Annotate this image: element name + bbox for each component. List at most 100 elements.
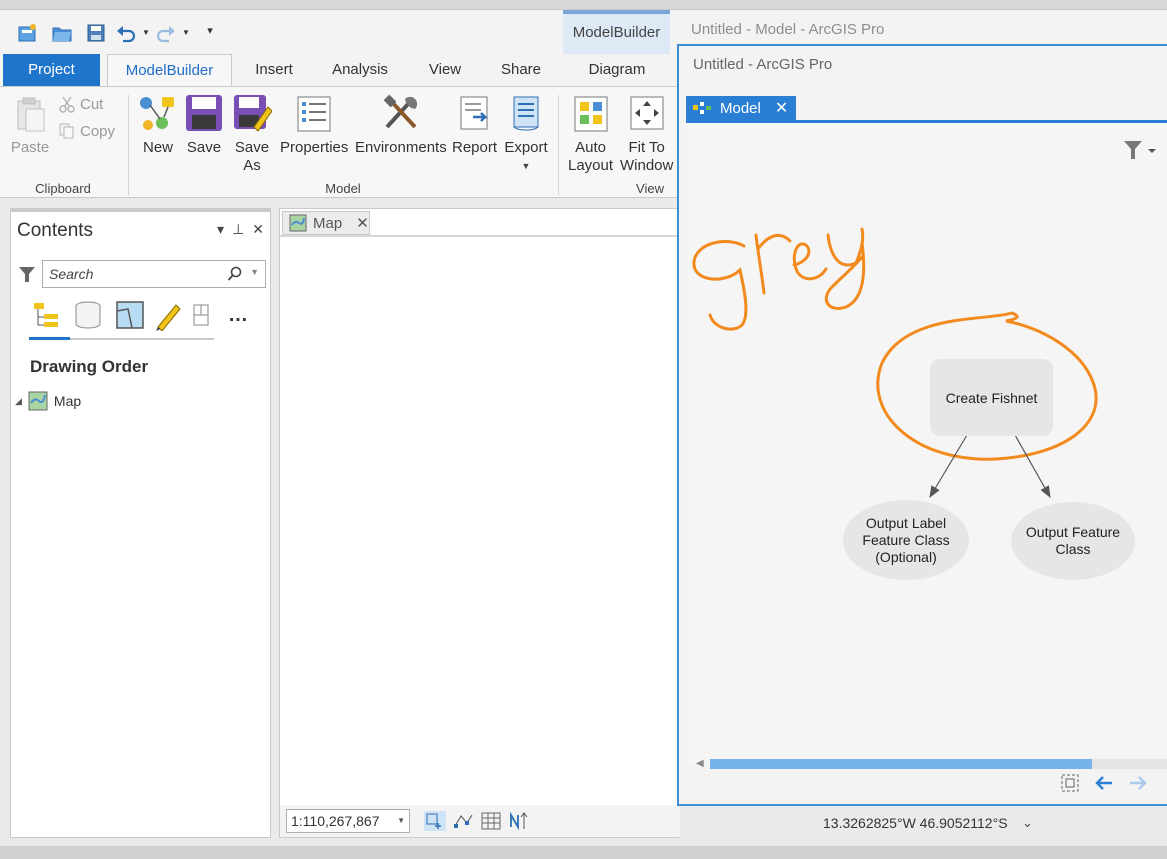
model-group-label: Model <box>325 181 361 196</box>
chevron-down-icon[interactable]: ▼ <box>397 810 405 832</box>
pane-menu-icon[interactable]: ▾ <box>217 221 224 238</box>
copy-icon <box>59 123 74 139</box>
tab-diagram[interactable]: Diagram <box>566 54 668 86</box>
contents-pane: Contents ▾ ⊥ ✕ ▼ … Drawing Order ◢ Map <box>10 208 271 838</box>
filter-icon[interactable] <box>17 264 37 284</box>
save-as-button[interactable]: Save As <box>230 91 274 175</box>
snapping-toggle-icon[interactable] <box>452 811 474 831</box>
redo-dropdown-icon[interactable]: ▼ <box>182 28 190 38</box>
coordinate-readout: 13.3262825°W 46.9052112°S <box>823 815 1008 831</box>
save-model-label: Save <box>186 139 222 156</box>
scale-selector[interactable]: 1:110,267,867 ▼ <box>286 809 410 833</box>
search-input[interactable] <box>43 261 223 287</box>
expand-arrow-icon[interactable]: ◢ <box>15 396 22 407</box>
report-icon <box>453 91 497 135</box>
map-layer-label: Map <box>53 393 82 409</box>
search-icon[interactable] <box>227 266 243 282</box>
paste-icon <box>8 91 52 135</box>
tab-analysis[interactable]: Analysis <box>320 54 400 86</box>
output-label-line1: Output Feature <box>1025 524 1121 540</box>
tab-insert[interactable]: Insert <box>242 54 306 86</box>
full-extent-icon[interactable] <box>1059 772 1081 794</box>
map-tab[interactable]: Map ✕ <box>282 211 370 235</box>
cut-button[interactable]: Cut <box>58 95 103 113</box>
new-model-label: New <box>142 139 173 156</box>
close-icon[interactable]: ✕ <box>252 221 264 238</box>
undo-icon[interactable] <box>114 22 138 44</box>
copy-label: Copy <box>80 122 116 140</box>
list-item[interactable]: ◢ Map <box>15 391 81 411</box>
grid-icon[interactable] <box>480 811 502 831</box>
contents-search-box[interactable]: ▼ <box>42 260 266 288</box>
clipboard-group-label: Clipboard <box>35 181 91 196</box>
new-project-icon[interactable] <box>16 22 40 44</box>
fit-label-line2: Window <box>620 157 674 174</box>
undo-dropdown-icon[interactable]: ▼ <box>142 28 150 38</box>
data-source-icon[interactable] <box>71 298 105 332</box>
fixed-zoom-icon[interactable] <box>424 811 446 831</box>
fit-to-window-icon <box>625 91 669 135</box>
tab-view[interactable]: View <box>418 54 472 86</box>
output-node[interactable]: Output Label Feature Class (Optional) <box>843 500 969 580</box>
contents-title: Contents <box>17 220 94 241</box>
close-icon[interactable]: ✕ <box>775 98 788 118</box>
scroll-thumb[interactable] <box>710 759 1092 769</box>
forward-arrow-icon[interactable] <box>1127 772 1149 794</box>
drawing-order-icon[interactable] <box>29 298 63 332</box>
properties-button[interactable]: Properties <box>280 91 348 157</box>
save-model-button[interactable]: Save <box>182 91 226 157</box>
output-label-line2: Class <box>1055 541 1091 557</box>
redo-icon[interactable] <box>154 22 178 44</box>
tab-share[interactable]: Share <box>490 54 552 86</box>
tab-modelbuilder[interactable]: ModelBuilder <box>107 54 232 86</box>
new-model-button[interactable]: New <box>136 91 180 157</box>
connector-line <box>1014 434 1051 499</box>
close-icon[interactable]: ✕ <box>356 214 369 232</box>
output-label-line1: Output Label <box>865 514 947 531</box>
more-options-icon[interactable]: … <box>221 298 255 332</box>
copy-button[interactable]: Copy <box>58 122 115 140</box>
editing-icon[interactable] <box>151 298 185 332</box>
taskbar <box>0 846 1167 859</box>
auto-layout-button[interactable]: Auto Layout <box>568 91 613 175</box>
map-canvas[interactable] <box>280 235 680 805</box>
selection-icon[interactable] <box>113 298 147 332</box>
window-title: Untitled - ArcGIS Pro <box>693 56 833 73</box>
pin-icon[interactable]: ⊥ <box>232 221 244 238</box>
export-icon <box>504 91 548 135</box>
search-dropdown-icon[interactable]: ▼ <box>250 267 259 277</box>
map-status-bar: 1:110,267,867 ▼ <box>280 805 680 837</box>
chevron-down-icon[interactable]: ⌄ <box>1022 815 1033 831</box>
open-project-icon[interactable] <box>50 22 74 44</box>
customize-toolbar-icon[interactable]: ▾ <box>206 26 214 37</box>
save-icon <box>182 91 226 135</box>
tab-project[interactable]: Project <box>3 54 100 86</box>
export-dropdown-icon[interactable]: ▼ <box>522 157 531 175</box>
scroll-left-icon[interactable]: ◀ <box>696 758 704 769</box>
environments-label: Environments <box>355 139 447 156</box>
paste-button[interactable]: Paste <box>8 91 52 157</box>
save-as-label-line2: As <box>243 157 261 174</box>
snapping-icon[interactable] <box>187 298 221 332</box>
report-button[interactable]: Report <box>452 91 497 157</box>
output-label-line3: (Optional) <box>875 548 937 565</box>
model-canvas[interactable]: Create Fishnet Output Label Feature Clas… <box>686 123 1167 769</box>
model-icon <box>693 102 711 114</box>
model-diagram <box>692 227 1098 499</box>
model-tab[interactable]: Model ✕ <box>686 96 796 120</box>
report-label: Report <box>452 139 498 156</box>
title-bar-strip <box>0 0 1167 10</box>
environments-button[interactable]: Environments <box>355 91 447 157</box>
back-arrow-icon[interactable] <box>1093 772 1115 794</box>
export-button[interactable]: Export ▼ <box>504 91 548 175</box>
north-arrow-icon[interactable] <box>508 811 530 831</box>
save-as-label-line1: Save <box>234 139 270 156</box>
contextual-tab-label: ModelBuilder <box>572 24 661 41</box>
output-node[interactable]: Output Feature Class <box>1011 502 1135 580</box>
tool-node[interactable]: Create Fishnet <box>930 359 1053 436</box>
fit-to-window-button[interactable]: Fit To Window <box>620 91 673 175</box>
save-project-icon[interactable] <box>84 22 108 44</box>
ribbon-tab-row: Project ModelBuilder Insert Analysis Vie… <box>0 54 680 86</box>
horizontal-scrollbar[interactable]: ◀ <box>696 758 1167 769</box>
tool-node-label: Create Fishnet <box>945 389 1038 406</box>
